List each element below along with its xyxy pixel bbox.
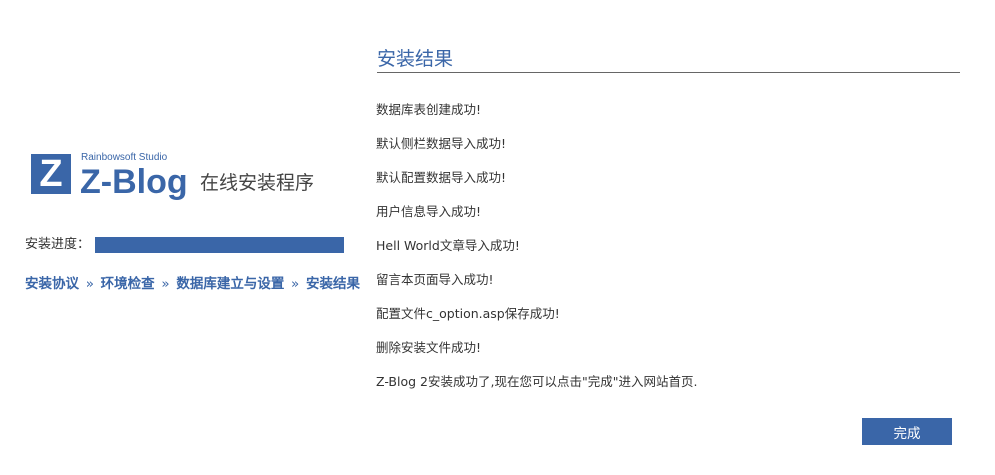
- logo-z-icon: Z: [31, 154, 71, 194]
- result-message: 留言本页面导入成功!: [376, 272, 494, 287]
- progress-bar: [95, 237, 344, 253]
- result-message: Z-Blog 2安装成功了,现在您可以点击"完成"进入网站首页.: [376, 374, 698, 389]
- result-message: Hell World文章导入成功!: [376, 238, 520, 253]
- result-message: 删除安装文件成功!: [376, 340, 482, 355]
- step-database-setup: 数据库建立与设置: [176, 276, 285, 292]
- step-agreement: 安装协议: [25, 276, 79, 292]
- progress-bar-fill: [95, 237, 344, 253]
- install-steps-breadcrumb: 安装协议 » 环境检查 » 数据库建立与设置 » 安装结果: [25, 274, 360, 294]
- result-message: 数据库表创建成功!: [376, 102, 482, 117]
- result-message: 用户信息导入成功!: [376, 204, 482, 219]
- logo-product-name: Z-Blog: [80, 163, 188, 201]
- step-install-result: 安装结果: [306, 276, 361, 292]
- logo-subtitle: 在线安装程序: [200, 172, 315, 194]
- zblog-logo: Z Rainbowsoft Studio Z-Blog 在线安装程序: [31, 152, 351, 202]
- step-separator: »: [85, 276, 94, 292]
- step-separator: »: [161, 276, 170, 292]
- result-message: 默认侧栏数据导入成功!: [376, 136, 507, 151]
- step-separator: »: [291, 276, 300, 292]
- result-message-list: 数据库表创建成功! 默认侧栏数据导入成功! 默认配置数据导入成功! 用户信息导入…: [376, 100, 697, 406]
- result-message: 默认配置数据导入成功!: [376, 170, 507, 185]
- title-divider: [377, 72, 960, 73]
- result-title: 安装结果: [377, 48, 454, 70]
- finish-button[interactable]: 完成: [862, 418, 952, 445]
- progress-label: 安装进度：: [25, 237, 91, 252]
- step-env-check: 环境检查: [100, 276, 155, 292]
- result-message: 配置文件c_option.asp保存成功!: [376, 306, 560, 321]
